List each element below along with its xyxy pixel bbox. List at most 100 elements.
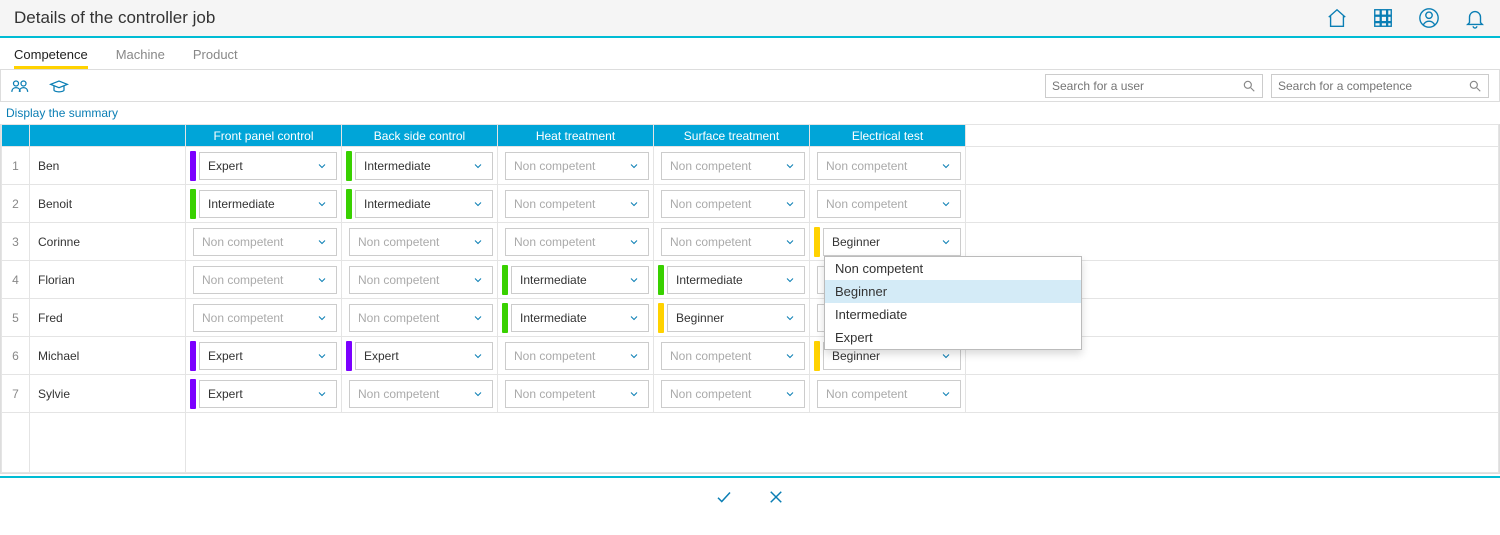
tab-product[interactable]: Product [193, 39, 238, 68]
table-row: 3CorinneNon competentNon competentNon co… [2, 223, 1499, 261]
row-index: 4 [2, 261, 30, 299]
summary-link[interactable]: Display the summary [0, 102, 124, 124]
col-electrical[interactable]: Electrical test [810, 125, 966, 147]
search-competence-input[interactable] [1278, 79, 1468, 93]
competence-value: Beginner [676, 311, 724, 325]
competence-cell: Expert [186, 147, 342, 185]
competence-select[interactable]: Intermediate [667, 266, 805, 294]
competence-cell: Intermediate [498, 299, 654, 337]
competence-select[interactable]: Beginner [667, 304, 805, 332]
dropdown-option[interactable]: Intermediate [825, 303, 1081, 326]
level-indicator [346, 189, 352, 219]
col-front-panel[interactable]: Front panel control [186, 125, 342, 147]
competence-select[interactable]: Non competent [349, 304, 493, 332]
competence-cell: Non competent [342, 375, 498, 413]
competence-select[interactable]: Non competent [505, 342, 649, 370]
dropdown-option[interactable]: Expert [825, 326, 1081, 349]
search-competence[interactable] [1271, 74, 1489, 98]
competence-select[interactable]: Non competent [661, 342, 805, 370]
dropdown-option[interactable]: Beginner [825, 280, 1081, 303]
graduation-icon[interactable] [49, 78, 69, 94]
competence-value: Intermediate [520, 311, 587, 325]
header: Details of the controller job [0, 0, 1500, 38]
competence-select[interactable]: Non competent [349, 266, 493, 294]
competence-cell: Non competent [654, 147, 810, 185]
competence-select[interactable]: Intermediate [199, 190, 337, 218]
competence-cell: Intermediate [342, 147, 498, 185]
row-index: 5 [2, 299, 30, 337]
competence-value: Non competent [358, 273, 439, 287]
competence-select[interactable]: Non competent [661, 380, 805, 408]
tab-competence[interactable]: Competence [14, 39, 88, 68]
competence-select[interactable]: Non competent [193, 266, 337, 294]
cancel-button[interactable] [767, 488, 785, 506]
competence-select[interactable]: Non competent [817, 190, 961, 218]
competence-value: Non competent [826, 197, 907, 211]
row-index: 2 [2, 185, 30, 223]
level-indicator [502, 265, 508, 295]
confirm-button[interactable] [715, 488, 733, 506]
col-heat[interactable]: Heat treatment [498, 125, 654, 147]
competence-value: Non competent [514, 197, 595, 211]
competence-select[interactable]: Non competent [661, 228, 805, 256]
competence-select[interactable]: Intermediate [511, 304, 649, 332]
level-indicator [190, 379, 196, 409]
competence-cell: Non competent [186, 299, 342, 337]
competence-select[interactable]: Intermediate [355, 190, 493, 218]
search-icon [1468, 79, 1482, 93]
col-name [30, 125, 186, 147]
competence-value: Non competent [358, 387, 439, 401]
search-user-input[interactable] [1052, 79, 1242, 93]
level-indicator [190, 341, 196, 371]
competence-select[interactable]: Intermediate [511, 266, 649, 294]
level-indicator [814, 227, 820, 257]
row-index: 3 [2, 223, 30, 261]
competence-value: Expert [208, 349, 243, 363]
home-icon[interactable] [1326, 7, 1348, 29]
competence-value: Non competent [670, 387, 751, 401]
level-indicator [346, 151, 352, 181]
competence-select[interactable]: Intermediate [355, 152, 493, 180]
competence-select[interactable]: Non competent [193, 228, 337, 256]
competence-select[interactable]: Non competent [349, 380, 493, 408]
competence-value: Beginner [832, 349, 880, 363]
competence-cell: Non competent [498, 147, 654, 185]
header-icons [1326, 7, 1486, 29]
competence-cell: Non competent [498, 185, 654, 223]
users-icon[interactable] [11, 78, 31, 94]
search-user[interactable] [1045, 74, 1263, 98]
competence-select[interactable]: Non competent [817, 380, 961, 408]
competence-cell: Non competent [810, 147, 966, 185]
competence-select[interactable]: Non competent [349, 228, 493, 256]
competence-select[interactable]: Non competent [505, 228, 649, 256]
competence-select[interactable]: Non competent [505, 152, 649, 180]
competence-cell: Beginner [654, 299, 810, 337]
competence-cell: Intermediate [498, 261, 654, 299]
competence-select[interactable]: Non competent [661, 190, 805, 218]
competence-dropdown-menu[interactable]: Non competentBeginnerIntermediateExpert [824, 256, 1082, 350]
competence-select[interactable]: Expert [355, 342, 493, 370]
competence-select[interactable]: Non competent [505, 380, 649, 408]
competence-select[interactable]: Non competent [661, 152, 805, 180]
competence-select[interactable]: Expert [199, 380, 337, 408]
competence-cell: Non competent [342, 223, 498, 261]
col-surface[interactable]: Surface treatment [654, 125, 810, 147]
competence-select[interactable]: Expert [199, 152, 337, 180]
tab-machine[interactable]: Machine [116, 39, 165, 68]
competence-select[interactable]: Non competent [817, 152, 961, 180]
competence-select[interactable]: Beginner [823, 228, 961, 256]
bell-icon[interactable] [1464, 7, 1486, 29]
competence-select[interactable]: Expert [199, 342, 337, 370]
competence-value: Expert [208, 159, 243, 173]
grid-icon[interactable] [1372, 7, 1394, 29]
competence-cell: Non competent [810, 375, 966, 413]
dropdown-option[interactable]: Non competent [825, 257, 1081, 280]
competence-select[interactable]: Non competent [505, 190, 649, 218]
row-name: Ben [30, 147, 186, 185]
competence-cell: Intermediate [186, 185, 342, 223]
competence-select[interactable]: Non competent [193, 304, 337, 332]
col-back-side[interactable]: Back side control [342, 125, 498, 147]
user-icon[interactable] [1418, 7, 1440, 29]
row-index: 6 [2, 337, 30, 375]
level-indicator [658, 303, 664, 333]
